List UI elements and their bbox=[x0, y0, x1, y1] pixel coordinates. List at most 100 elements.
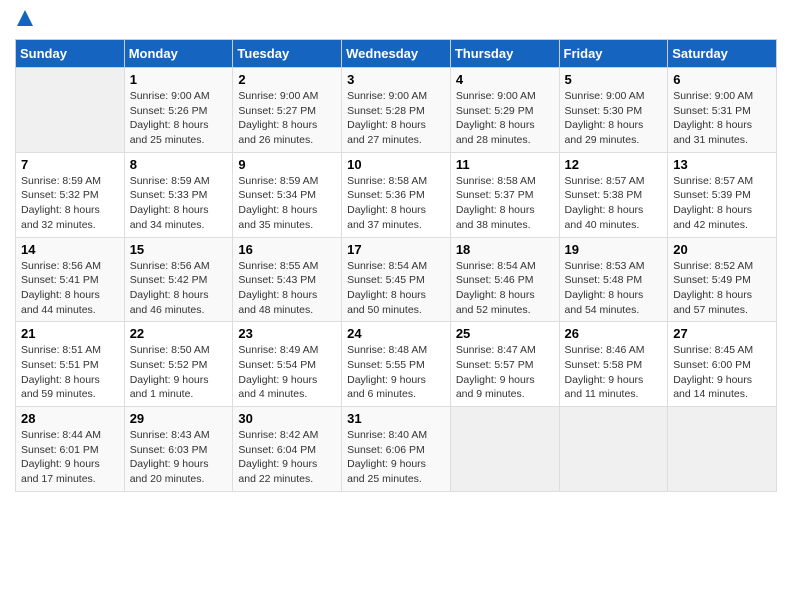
week-row-1: 1Sunrise: 9:00 AM Sunset: 5:26 PM Daylig… bbox=[16, 68, 777, 153]
calendar-cell: 4 Sunrise: 9:00 AM Sunset: 5:29 PM Daylig… bbox=[450, 68, 559, 153]
calendar-cell: 12 Sunrise: 8:57 AM Sunset: 5:38 PM Dayli… bbox=[559, 152, 668, 237]
week-row-4: 21 Sunrise: 8:51 AM Sunset: 5:51 PM Dayli… bbox=[16, 322, 777, 407]
day-info: Sunrise: 8:56 AM Sunset: 5:41 PM Dayligh… bbox=[21, 259, 119, 318]
calendar-cell: 2 Sunrise: 9:00 AM Sunset: 5:27 PM Daylig… bbox=[233, 68, 342, 153]
calendar-cell: 10Sunrise: 8:58 AM Sunset: 5:36 PM Dayli… bbox=[342, 152, 451, 237]
day-info: Sunrise: 8:48 AM Sunset: 5:55 PM Dayligh… bbox=[347, 343, 445, 402]
calendar-cell: 13 Sunrise: 8:57 AM Sunset: 5:39 PM Dayli… bbox=[668, 152, 777, 237]
day-info: Sunrise: 8:59 AM Sunset: 5:33 PM Dayligh… bbox=[130, 174, 228, 233]
day-info: Sunrise: 8:59 AM Sunset: 5:34 PM Dayligh… bbox=[238, 174, 336, 233]
day-info: Sunrise: 8:58 AM Sunset: 5:37 PM Dayligh… bbox=[456, 174, 554, 233]
day-info: Sunrise: 9:00 AM Sunset: 5:27 PM Dayligh… bbox=[238, 89, 336, 148]
day-info: Sunrise: 8:49 AM Sunset: 5:54 PM Dayligh… bbox=[238, 343, 336, 402]
day-info: Sunrise: 8:47 AM Sunset: 5:57 PM Dayligh… bbox=[456, 343, 554, 402]
calendar-cell bbox=[559, 407, 668, 492]
calendar-cell: 11 Sunrise: 8:58 AM Sunset: 5:37 PM Dayli… bbox=[450, 152, 559, 237]
day-number: 22 bbox=[130, 326, 228, 341]
calendar-cell bbox=[450, 407, 559, 492]
calendar-cell: 23Sunrise: 8:49 AM Sunset: 5:54 PM Dayli… bbox=[233, 322, 342, 407]
calendar-cell: 16 Sunrise: 8:55 AM Sunset: 5:43 PM Dayli… bbox=[233, 237, 342, 322]
calendar-cell: 3 Sunrise: 9:00 AM Sunset: 5:28 PM Daylig… bbox=[342, 68, 451, 153]
calendar-table: SundayMondayTuesdayWednesdayThursdayFrid… bbox=[15, 39, 777, 492]
day-info: Sunrise: 8:46 AM Sunset: 5:58 PM Dayligh… bbox=[565, 343, 663, 402]
day-info: Sunrise: 8:55 AM Sunset: 5:43 PM Dayligh… bbox=[238, 259, 336, 318]
calendar-cell: 1Sunrise: 9:00 AM Sunset: 5:26 PM Daylig… bbox=[124, 68, 233, 153]
day-info: Sunrise: 9:00 AM Sunset: 5:29 PM Dayligh… bbox=[456, 89, 554, 148]
day-number: 21 bbox=[21, 326, 119, 341]
day-info: Sunrise: 9:00 AM Sunset: 5:31 PM Dayligh… bbox=[673, 89, 771, 148]
day-number: 1 bbox=[130, 72, 228, 87]
header-friday: Friday bbox=[559, 40, 668, 68]
week-row-5: 28 Sunrise: 8:44 AM Sunset: 6:01 PM Dayli… bbox=[16, 407, 777, 492]
calendar-cell: 7 Sunrise: 8:59 AM Sunset: 5:32 PM Daylig… bbox=[16, 152, 125, 237]
day-number: 31 bbox=[347, 411, 445, 426]
week-row-2: 7 Sunrise: 8:59 AM Sunset: 5:32 PM Daylig… bbox=[16, 152, 777, 237]
day-number: 9 bbox=[238, 157, 336, 172]
day-info: Sunrise: 8:56 AM Sunset: 5:42 PM Dayligh… bbox=[130, 259, 228, 318]
calendar-cell: 17 Sunrise: 8:54 AM Sunset: 5:45 PM Dayli… bbox=[342, 237, 451, 322]
day-info: Sunrise: 8:57 AM Sunset: 5:38 PM Dayligh… bbox=[565, 174, 663, 233]
day-info: Sunrise: 8:52 AM Sunset: 5:49 PM Dayligh… bbox=[673, 259, 771, 318]
day-number: 13 bbox=[673, 157, 771, 172]
day-number: 30 bbox=[238, 411, 336, 426]
day-info: Sunrise: 8:44 AM Sunset: 6:01 PM Dayligh… bbox=[21, 428, 119, 487]
logo-icon bbox=[17, 10, 33, 26]
day-number: 25 bbox=[456, 326, 554, 341]
calendar-cell: 8 Sunrise: 8:59 AM Sunset: 5:33 PM Daylig… bbox=[124, 152, 233, 237]
calendar-cell bbox=[16, 68, 125, 153]
calendar-header-row: SundayMondayTuesdayWednesdayThursdayFrid… bbox=[16, 40, 777, 68]
day-number: 29 bbox=[130, 411, 228, 426]
day-info: Sunrise: 8:57 AM Sunset: 5:39 PM Dayligh… bbox=[673, 174, 771, 233]
calendar-cell: 6 Sunrise: 9:00 AM Sunset: 5:31 PM Daylig… bbox=[668, 68, 777, 153]
day-info: Sunrise: 8:58 AM Sunset: 5:36 PM Dayligh… bbox=[347, 174, 445, 233]
calendar-cell: 21 Sunrise: 8:51 AM Sunset: 5:51 PM Dayli… bbox=[16, 322, 125, 407]
day-info: Sunrise: 8:53 AM Sunset: 5:48 PM Dayligh… bbox=[565, 259, 663, 318]
header-tuesday: Tuesday bbox=[233, 40, 342, 68]
header-sunday: Sunday bbox=[16, 40, 125, 68]
calendar-cell: 25 Sunrise: 8:47 AM Sunset: 5:57 PM Dayli… bbox=[450, 322, 559, 407]
calendar-cell: 19 Sunrise: 8:53 AM Sunset: 5:48 PM Dayli… bbox=[559, 237, 668, 322]
day-number: 11 bbox=[456, 157, 554, 172]
day-info: Sunrise: 8:54 AM Sunset: 5:46 PM Dayligh… bbox=[456, 259, 554, 318]
header-wednesday: Wednesday bbox=[342, 40, 451, 68]
week-row-3: 14 Sunrise: 8:56 AM Sunset: 5:41 PM Dayli… bbox=[16, 237, 777, 322]
day-number: 17 bbox=[347, 242, 445, 257]
day-number: 26 bbox=[565, 326, 663, 341]
day-number: 7 bbox=[21, 157, 119, 172]
day-info: Sunrise: 8:54 AM Sunset: 5:45 PM Dayligh… bbox=[347, 259, 445, 318]
day-info: Sunrise: 8:51 AM Sunset: 5:51 PM Dayligh… bbox=[21, 343, 119, 402]
day-number: 3 bbox=[347, 72, 445, 87]
day-number: 4 bbox=[456, 72, 554, 87]
calendar-cell: 5 Sunrise: 9:00 AM Sunset: 5:30 PM Daylig… bbox=[559, 68, 668, 153]
day-number: 6 bbox=[673, 72, 771, 87]
day-number: 8 bbox=[130, 157, 228, 172]
header-monday: Monday bbox=[124, 40, 233, 68]
day-number: 20 bbox=[673, 242, 771, 257]
day-number: 19 bbox=[565, 242, 663, 257]
day-info: Sunrise: 8:45 AM Sunset: 6:00 PM Dayligh… bbox=[673, 343, 771, 402]
header-saturday: Saturday bbox=[668, 40, 777, 68]
calendar-cell: 26 Sunrise: 8:46 AM Sunset: 5:58 PM Dayli… bbox=[559, 322, 668, 407]
day-info: Sunrise: 9:00 AM Sunset: 5:28 PM Dayligh… bbox=[347, 89, 445, 148]
day-number: 2 bbox=[238, 72, 336, 87]
day-number: 16 bbox=[238, 242, 336, 257]
calendar-cell: 29 Sunrise: 8:43 AM Sunset: 6:03 PM Dayli… bbox=[124, 407, 233, 492]
day-info: Sunrise: 9:00 AM Sunset: 5:30 PM Dayligh… bbox=[565, 89, 663, 148]
day-number: 28 bbox=[21, 411, 119, 426]
calendar-cell: 30Sunrise: 8:42 AM Sunset: 6:04 PM Dayli… bbox=[233, 407, 342, 492]
day-info: Sunrise: 8:43 AM Sunset: 6:03 PM Dayligh… bbox=[130, 428, 228, 487]
calendar-cell bbox=[668, 407, 777, 492]
day-number: 14 bbox=[21, 242, 119, 257]
calendar-cell: 28 Sunrise: 8:44 AM Sunset: 6:01 PM Dayli… bbox=[16, 407, 125, 492]
day-number: 24 bbox=[347, 326, 445, 341]
day-info: Sunrise: 8:50 AM Sunset: 5:52 PM Dayligh… bbox=[130, 343, 228, 402]
calendar-cell: 9 Sunrise: 8:59 AM Sunset: 5:34 PM Daylig… bbox=[233, 152, 342, 237]
calendar-cell: 15 Sunrise: 8:56 AM Sunset: 5:42 PM Dayli… bbox=[124, 237, 233, 322]
day-number: 15 bbox=[130, 242, 228, 257]
calendar-cell: 31Sunrise: 8:40 AM Sunset: 6:06 PM Dayli… bbox=[342, 407, 451, 492]
calendar-cell: 27Sunrise: 8:45 AM Sunset: 6:00 PM Dayli… bbox=[668, 322, 777, 407]
day-number: 5 bbox=[565, 72, 663, 87]
day-number: 12 bbox=[565, 157, 663, 172]
day-info: Sunrise: 8:59 AM Sunset: 5:32 PM Dayligh… bbox=[21, 174, 119, 233]
header-thursday: Thursday bbox=[450, 40, 559, 68]
